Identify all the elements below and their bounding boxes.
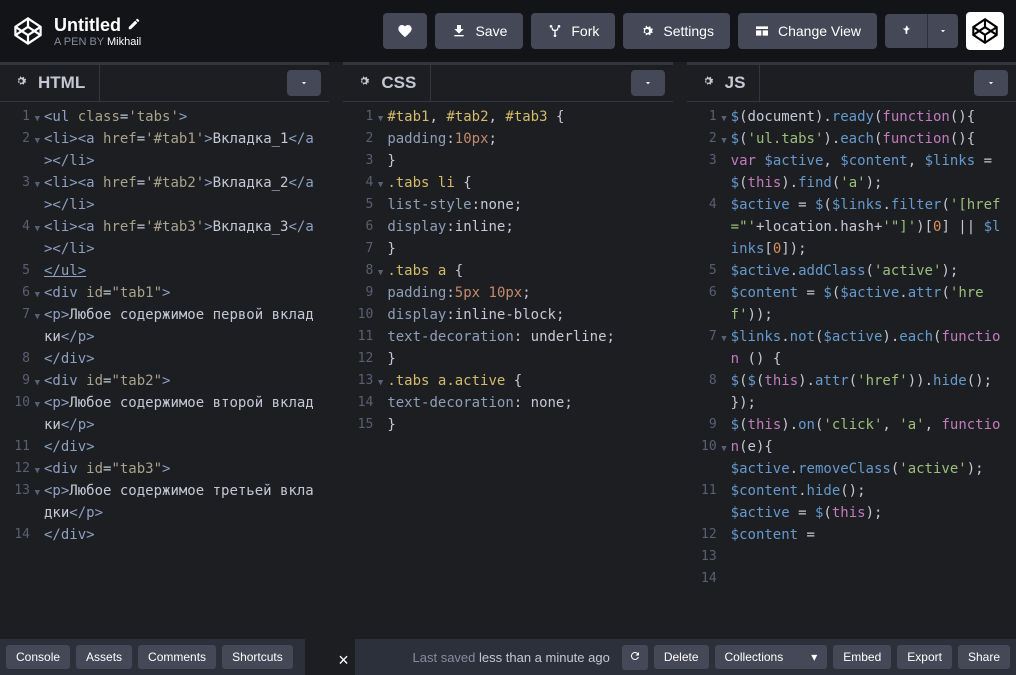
html-panel: HTML 1▼ 2▼ 3▼ 4▼ 5 6▼ 7▼ 8 9▼ 10▼ 11 12▼… — [0, 62, 329, 639]
gear-icon — [357, 73, 371, 93]
css-panel: CSS 1▼23 4▼567 8▼9101112 13▼1415 #tab1, … — [343, 62, 672, 639]
js-gutter: 1▼ 2▼ 3 4 5 6 7▼ 8 9 10▼ 11 12 13 14 — [687, 102, 723, 639]
pen-title[interactable]: Untitled — [54, 15, 383, 36]
last-saved-time: less than a minute ago — [479, 650, 610, 665]
pin-group — [885, 14, 958, 48]
close-tab: × — [305, 639, 355, 675]
last-saved-prefix: Last saved — [413, 650, 480, 665]
css-panel-header: CSS — [343, 62, 672, 102]
save-label: Save — [475, 23, 507, 39]
css-panel-title[interactable]: CSS — [343, 65, 431, 101]
settings-label: Settings — [663, 23, 714, 39]
css-editor[interactable]: 1▼23 4▼567 8▼9101112 13▼1415 #tab1, #tab… — [343, 102, 672, 639]
save-button[interactable]: Save — [435, 13, 523, 49]
refresh-button[interactable] — [622, 645, 648, 670]
collections-label: Collections — [725, 650, 784, 664]
js-code[interactable]: $(document).ready(function(){ $('ul.tabs… — [723, 102, 1016, 639]
fork-button[interactable]: Fork — [531, 13, 615, 49]
html-title-text: HTML — [38, 73, 85, 93]
js-panel-title[interactable]: JS — [687, 65, 761, 101]
html-panel-menu[interactable] — [287, 70, 321, 96]
header: Untitled A PEN BY Mikhail Save Fork Sett… — [0, 0, 1016, 62]
html-code[interactable]: <ul class='tabs'> <li><a href='#tab1'>Вк… — [36, 102, 329, 639]
assets-button[interactable]: Assets — [76, 645, 132, 669]
header-actions: Save Fork Settings Change View — [383, 12, 1004, 50]
editor-panels: HTML 1▼ 2▼ 3▼ 4▼ 5 6▼ 7▼ 8 9▼ 10▼ 11 12▼… — [0, 62, 1016, 639]
chevron-down-icon: ▾ — [811, 650, 817, 664]
delete-button[interactable]: Delete — [654, 645, 709, 669]
html-panel-title[interactable]: HTML — [0, 65, 100, 101]
footer: Console Assets Comments Shortcuts × Last… — [0, 639, 1016, 675]
settings-button[interactable]: Settings — [623, 13, 730, 49]
js-title-text: JS — [725, 73, 746, 93]
comments-button[interactable]: Comments — [138, 645, 216, 669]
avatar[interactable] — [966, 12, 1004, 50]
css-code[interactable]: #tab1, #tab2, #tab3 { padding:10px; } .t… — [379, 102, 672, 639]
pen-title-text: Untitled — [54, 15, 121, 36]
subtitle-prefix: A PEN BY — [54, 36, 107, 48]
css-title-text: CSS — [381, 73, 416, 93]
embed-button[interactable]: Embed — [833, 645, 891, 669]
fork-label: Fork — [571, 23, 599, 39]
change-view-button[interactable]: Change View — [738, 13, 877, 49]
collections-button[interactable]: Collections ▾ — [715, 645, 828, 669]
gear-icon — [14, 73, 28, 93]
change-view-label: Change View — [778, 23, 861, 39]
close-icon[interactable]: × — [338, 650, 349, 671]
html-panel-header: HTML — [0, 62, 329, 102]
pin-button[interactable] — [885, 14, 928, 48]
css-gutter: 1▼23 4▼567 8▼9101112 13▼1415 — [343, 102, 379, 639]
pen-subtitle: A PEN BY Mikhail — [54, 36, 383, 48]
codepen-logo-icon — [12, 15, 44, 47]
heart-button[interactable] — [383, 13, 427, 49]
shortcuts-button[interactable]: Shortcuts — [222, 645, 293, 669]
gear-icon — [701, 73, 715, 93]
pin-dropdown-button[interactable] — [928, 14, 958, 48]
js-editor[interactable]: 1▼ 2▼ 3 4 5 6 7▼ 8 9 10▼ 11 12 13 14 $(d… — [687, 102, 1016, 639]
js-panel-menu[interactable] — [974, 70, 1008, 96]
html-gutter: 1▼ 2▼ 3▼ 4▼ 5 6▼ 7▼ 8 9▼ 10▼ 11 12▼ 13▼ … — [0, 102, 36, 639]
js-panel: JS 1▼ 2▼ 3 4 5 6 7▼ 8 9 10▼ 11 12 13 — [687, 62, 1016, 639]
share-button[interactable]: Share — [958, 645, 1010, 669]
html-editor[interactable]: 1▼ 2▼ 3▼ 4▼ 5 6▼ 7▼ 8 9▼ 10▼ 11 12▼ 13▼ … — [0, 102, 329, 639]
edit-icon[interactable] — [127, 15, 141, 36]
console-button[interactable]: Console — [6, 645, 70, 669]
pen-info: Untitled A PEN BY Mikhail — [54, 15, 383, 48]
author-link[interactable]: Mikhail — [107, 36, 141, 48]
last-saved-text: Last saved less than a minute ago — [413, 650, 610, 665]
js-panel-header: JS — [687, 62, 1016, 102]
css-panel-menu[interactable] — [631, 70, 665, 96]
export-button[interactable]: Export — [897, 645, 952, 669]
